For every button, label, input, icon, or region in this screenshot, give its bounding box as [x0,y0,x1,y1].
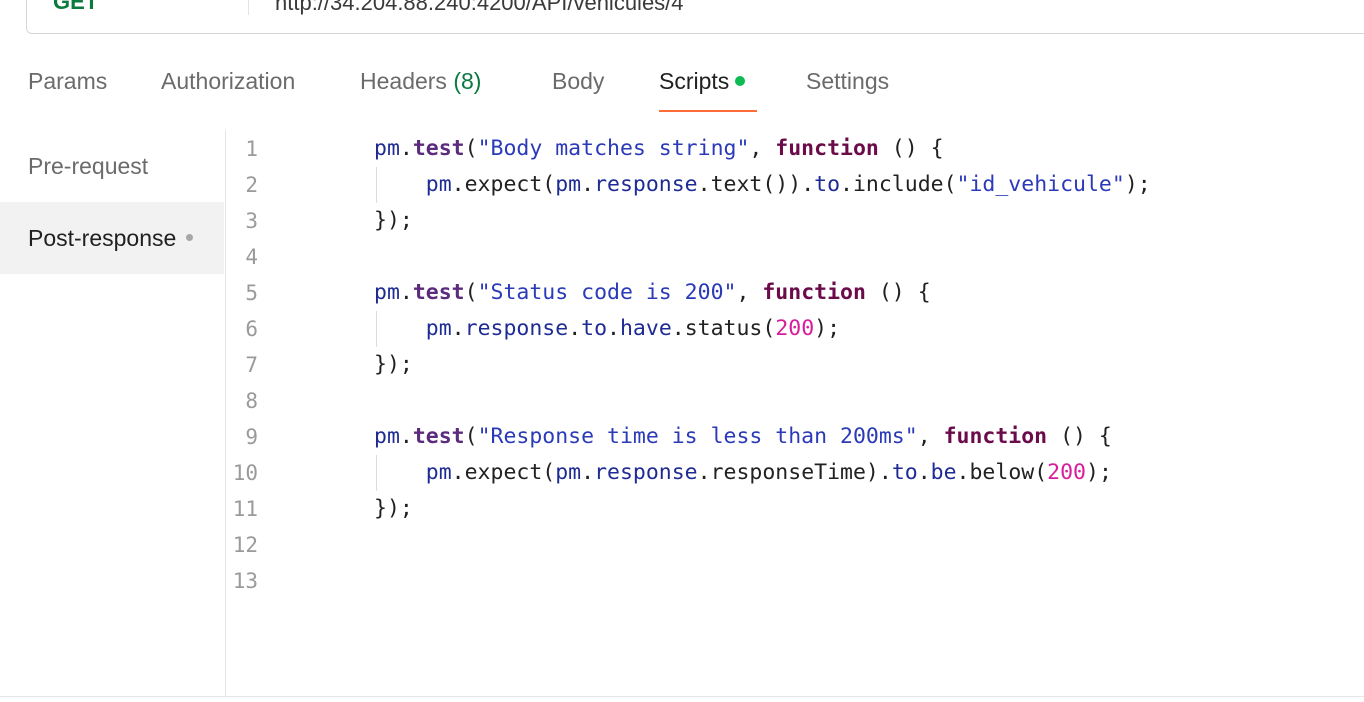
code-line[interactable]: 1 pm.test("Body matches string", function… [226,131,1364,167]
tab-headers[interactable]: Headers (8) [360,68,481,95]
line-number: 4 [245,245,258,269]
headers-count-badge: (8) [453,68,482,94]
line-number: 1 [245,137,258,161]
line-number: 6 [245,317,258,341]
sidebar-item-post-response[interactable]: Post-response [0,202,224,274]
line-number: 12 [232,533,258,557]
code-line[interactable]: 8 [226,383,1364,419]
sidebar-item-pre-request[interactable]: Pre-request [0,130,224,202]
line-number: 13 [232,569,258,593]
line-number: 7 [245,353,258,377]
code-editor[interactable]: 1 pm.test("Body matches string", function… [226,130,1364,696]
tab-headers-label: Headers [360,68,447,94]
divider [248,0,249,15]
line-number: 11 [232,497,258,521]
scripts-indicator-dot [735,75,746,86]
tab-scripts-label: Scripts [659,68,730,94]
line-number: 10 [232,461,258,485]
active-tab-underline [659,110,757,112]
line-number: 8 [245,389,258,413]
line-number: 5 [245,281,258,305]
code-text: }); [374,496,413,521]
line-number: 9 [245,425,258,449]
request-url-bar: GET http://34.204.88.240:4200/API/vehicu… [26,0,1364,34]
tab-body[interactable]: Body [552,68,604,95]
method-selector[interactable]: GET [53,0,98,15]
request-tabs: Params Authorization Headers (8) Body Sc… [0,62,1364,112]
code-text: pm.test("Response time is less than 200m… [374,424,1112,449]
divider [0,696,1364,697]
code-line[interactable]: 13 [226,563,1364,599]
url-input[interactable]: http://34.204.88.240:4200/API/vehicules/… [275,0,684,16]
code-line[interactable]: 3}); [226,203,1364,239]
line-number: 3 [245,209,258,233]
sidebar-item-label: Post-response [28,225,177,251]
code-line[interactable]: 6 pm.response.to.have.status(200); [226,311,1364,347]
code-line[interactable]: 4 [226,239,1364,275]
line-number: 2 [245,173,258,197]
code-line[interactable]: 7}); [226,347,1364,383]
code-text: pm.test("Body matches string", function … [374,136,944,161]
code-line[interactable]: 2 pm.expect(pm.response.text()).to.inclu… [226,167,1364,203]
tab-authorization[interactable]: Authorization [161,68,295,95]
code-text: pm.expect(pm.response.text()).to.include… [425,172,1151,197]
code-line[interactable]: 11}); [226,491,1364,527]
tab-scripts[interactable]: Scripts [659,68,746,95]
script-sidebar: Pre-request Post-response [0,130,226,696]
tab-settings[interactable]: Settings [806,68,889,95]
code-text: pm.response.to.have.status(200); [425,316,841,341]
code-text: }); [374,208,413,233]
post-response-indicator-dot [186,234,194,242]
code-text: }); [374,352,413,377]
code-line[interactable]: 9 pm.test("Response time is less than 200… [226,419,1364,455]
code-text: pm.test("Status code is 200", function (… [374,280,931,305]
tab-params[interactable]: Params [28,68,107,95]
code-line[interactable]: 12 [226,527,1364,563]
code-line[interactable]: 10 pm.expect(pm.response.responseTime).t… [226,455,1364,491]
code-text: pm.expect(pm.response.responseTime).to.b… [425,460,1112,485]
code-line[interactable]: 5 pm.test("Status code is 200", function … [226,275,1364,311]
sidebar-item-label: Pre-request [28,153,149,179]
